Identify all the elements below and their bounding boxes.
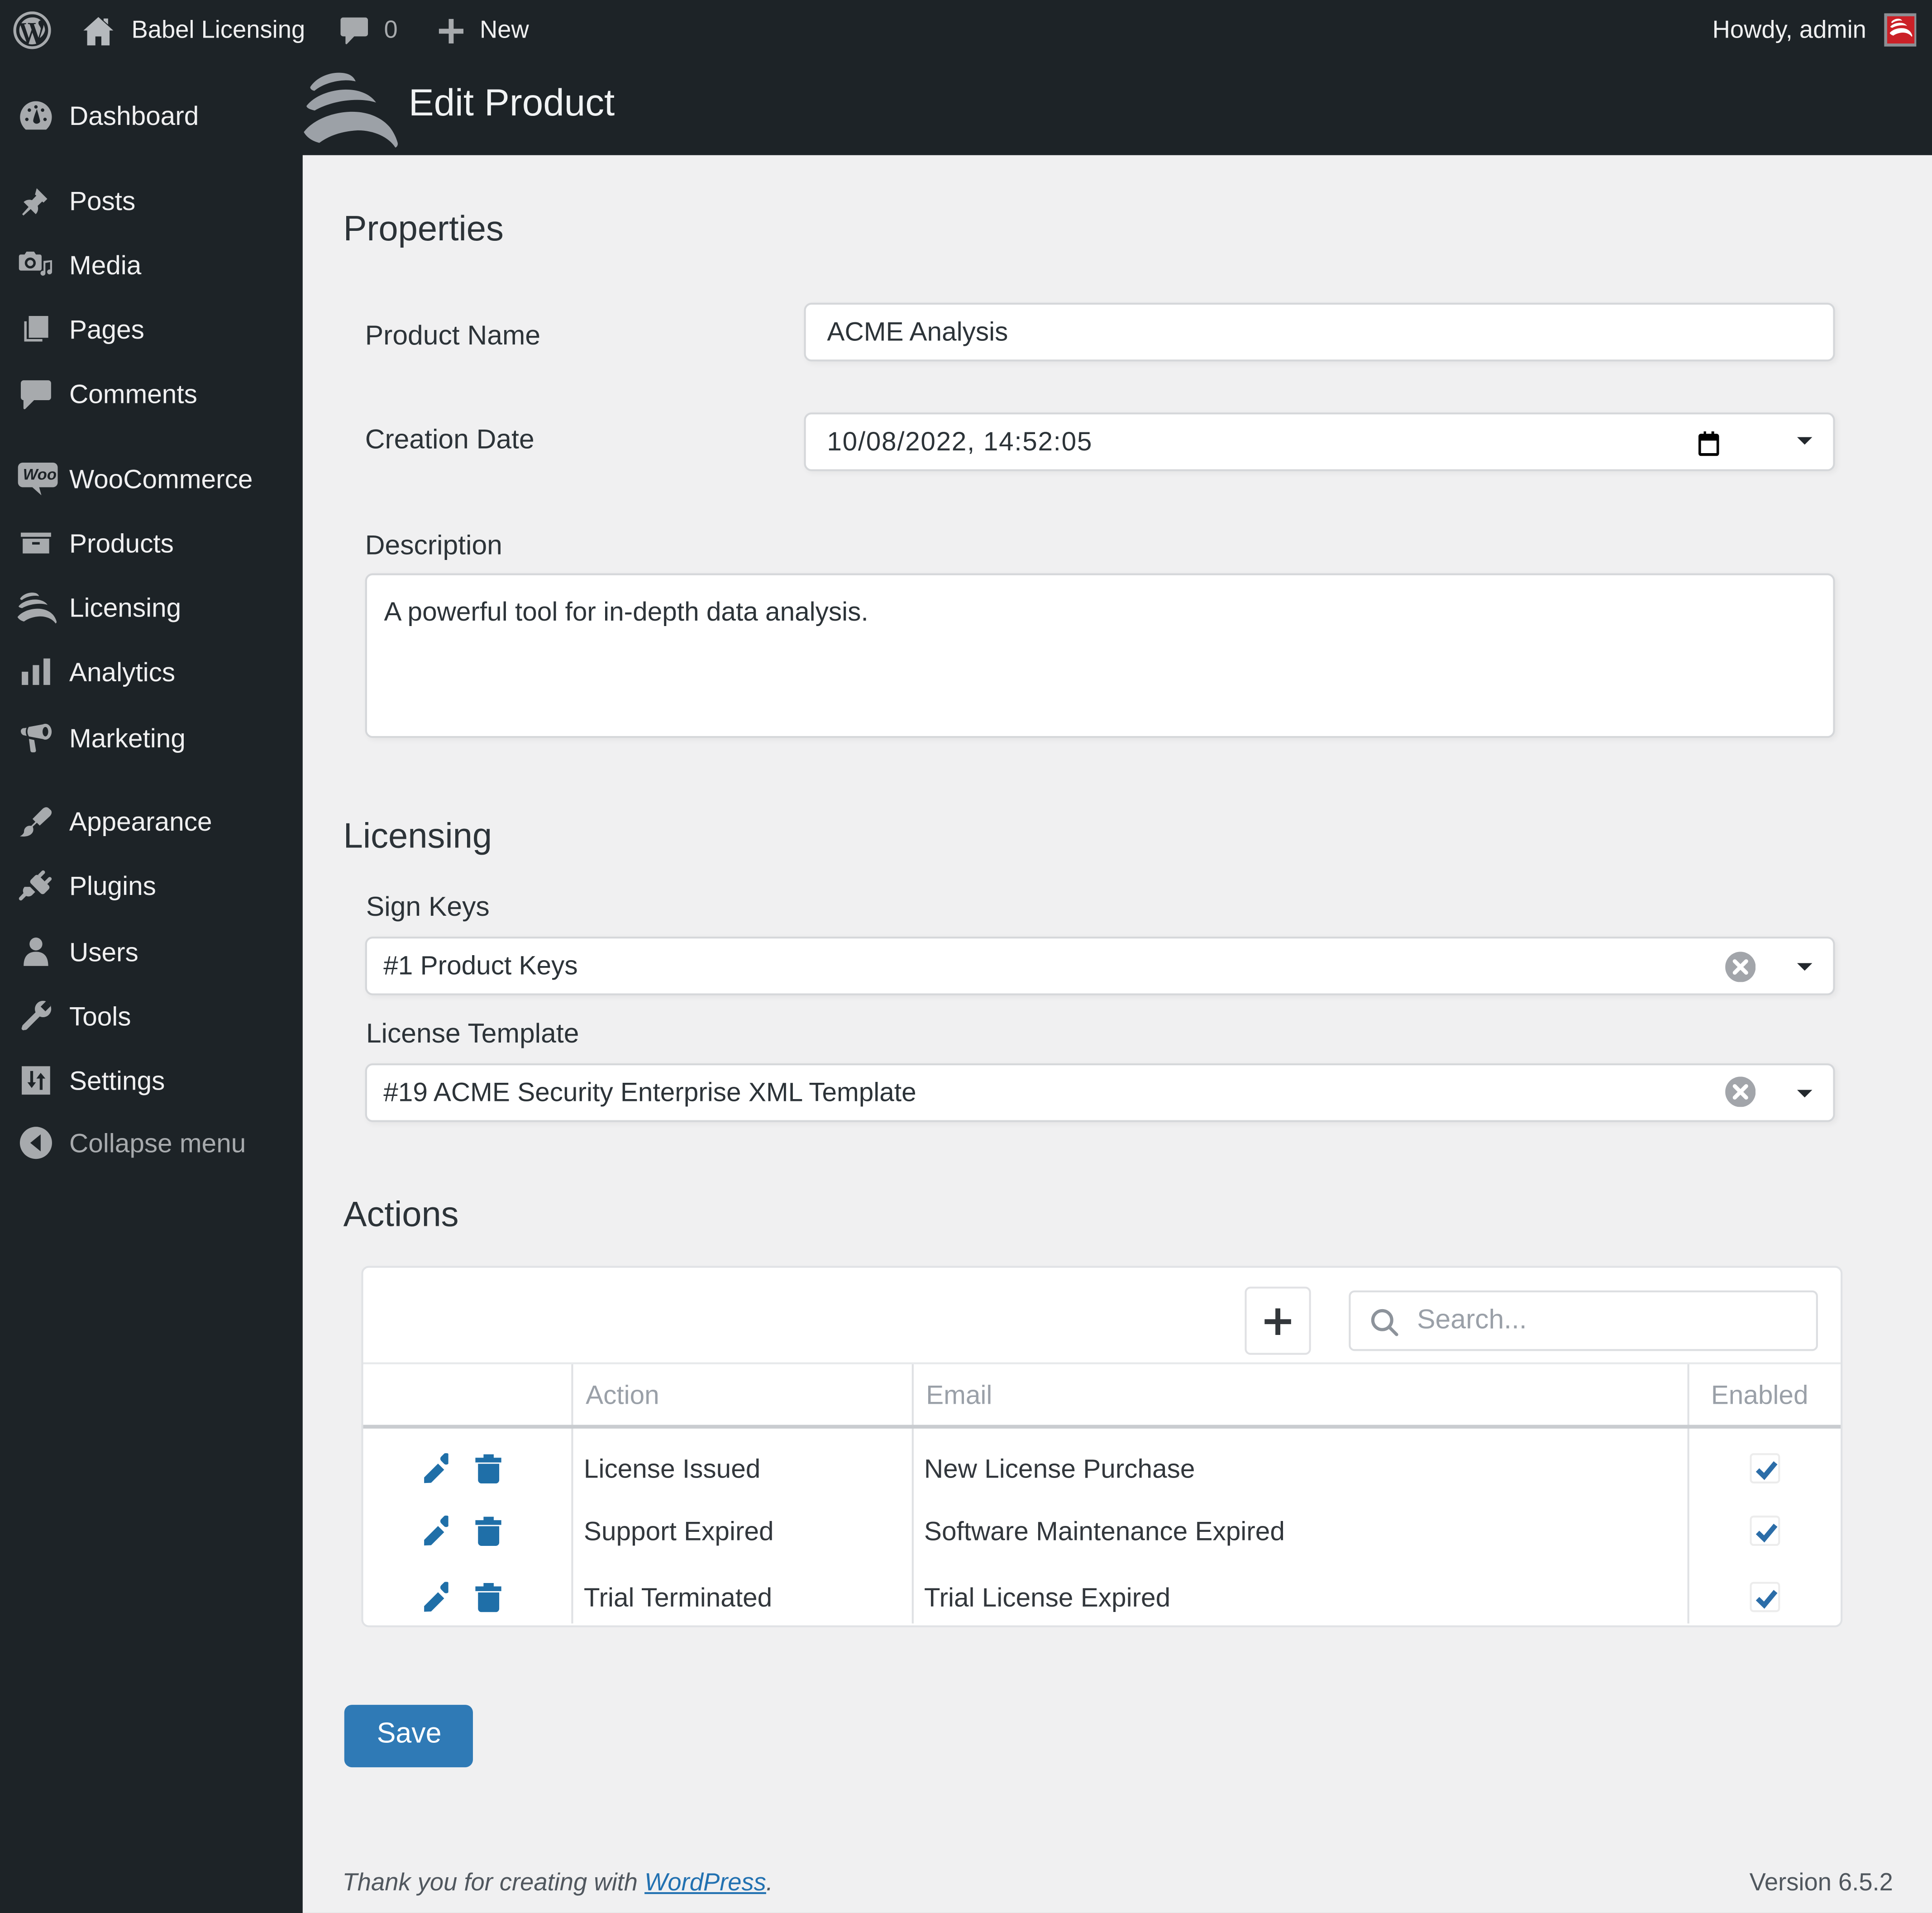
svg-text:Woo: Woo bbox=[23, 466, 57, 483]
